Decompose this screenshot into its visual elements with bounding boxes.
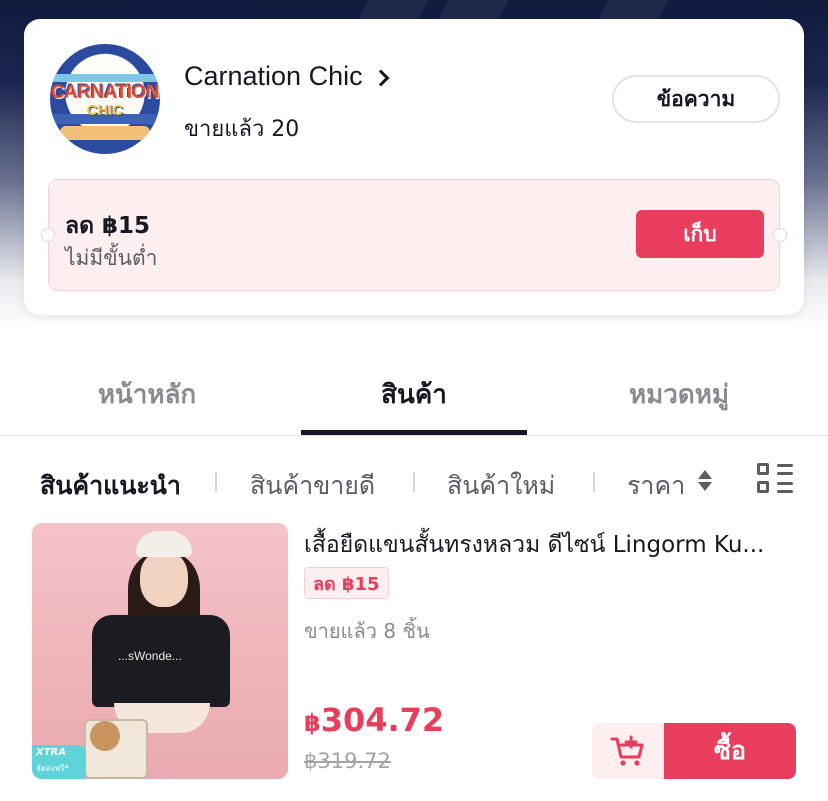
product-image[interactable]: ...sWonde... XTRA จัดส่งฟรี* <box>32 523 288 779</box>
original-price: ฿319.72 <box>304 749 391 773</box>
xtra-free-shipping-badge: XTRA จัดส่งฟรี* <box>32 745 86 779</box>
active-tab-indicator <box>301 430 527 435</box>
avatar-decoration <box>50 74 160 82</box>
voucher-notch <box>41 228 55 242</box>
tab-categories[interactable]: หมวดหมู่ <box>566 374 792 415</box>
sort-new[interactable]: สินค้าใหม่ <box>447 466 555 506</box>
divider <box>593 472 595 492</box>
shop-tabs: หน้าหลัก สินค้า หมวดหมู่ <box>0 356 828 436</box>
sort-best-selling[interactable]: สินค้าขายดี <box>250 466 375 506</box>
shop-info-card: CARNATION CHIC Carnation Chic ขายแล้ว 20… <box>24 19 804 315</box>
voucher-notch <box>773 228 787 242</box>
product-sold-count: ขายแล้ว 8 ชิ้น <box>304 619 430 643</box>
tab-products[interactable]: สินค้า <box>301 374 527 415</box>
image-detail <box>140 551 188 607</box>
sort-icon[interactable] <box>697 468 713 494</box>
sort-recommended[interactable]: สินค้าแนะนำ <box>40 466 181 506</box>
divider <box>215 472 217 492</box>
tab-home[interactable]: หน้าหลัก <box>34 374 260 415</box>
voucher-card: ลด ฿15 ไม่มีขั้นต่ำ เก็บ <box>41 179 787 291</box>
avatar-logo-text: CARNATION <box>50 82 160 103</box>
shop-avatar[interactable]: CARNATION CHIC <box>50 44 160 154</box>
product-title[interactable]: เสื้อยืดแขนสั้นทรงหลวม ดีไซน์ Lingorm Ku… <box>304 527 794 563</box>
shop-sold-count: ขายแล้ว 20 <box>184 117 300 142</box>
message-button[interactable]: ข้อความ <box>612 75 780 123</box>
xtra-label: XTRA <box>36 747 66 758</box>
sort-price[interactable]: ราคา <box>627 466 685 506</box>
collect-voucher-button[interactable]: เก็บ <box>636 210 764 258</box>
currency-symbol: ฿ <box>304 709 321 737</box>
avatar-logo-text: CHIC <box>86 102 124 119</box>
add-to-cart-button[interactable] <box>592 723 664 779</box>
avatar-decoration <box>60 126 150 140</box>
grid-list-icon[interactable] <box>757 462 793 496</box>
shop-name-link[interactable]: Carnation Chic <box>184 61 390 92</box>
buy-now-button[interactable]: ซื้อ <box>664 723 796 779</box>
price-value: 304.72 <box>320 701 445 739</box>
add-to-cart-icon <box>610 735 644 766</box>
image-detail <box>136 531 192 557</box>
chevron-right-icon <box>372 69 390 86</box>
discount-badge: ลด ฿15 <box>304 567 389 599</box>
product-card[interactable]: ...sWonde... XTRA จัดส่งฟรี* เสื้อยืดแขน… <box>32 523 796 781</box>
product-sort-bar: สินค้าแนะนำ สินค้าขายดี สินค้าใหม่ ราคา <box>0 460 828 508</box>
shirt-print-text: ...sWonde... <box>118 649 182 663</box>
voucher-subtitle: ไม่มีขั้นต่ำ <box>65 246 158 270</box>
image-detail <box>90 721 120 751</box>
divider <box>413 472 415 492</box>
shop-name: Carnation Chic <box>184 61 363 91</box>
voucher-title: ลด ฿15 <box>65 213 151 239</box>
xtra-sublabel: จัดส่งฟรี* <box>36 764 69 773</box>
product-price: ฿304.72 <box>304 701 444 739</box>
